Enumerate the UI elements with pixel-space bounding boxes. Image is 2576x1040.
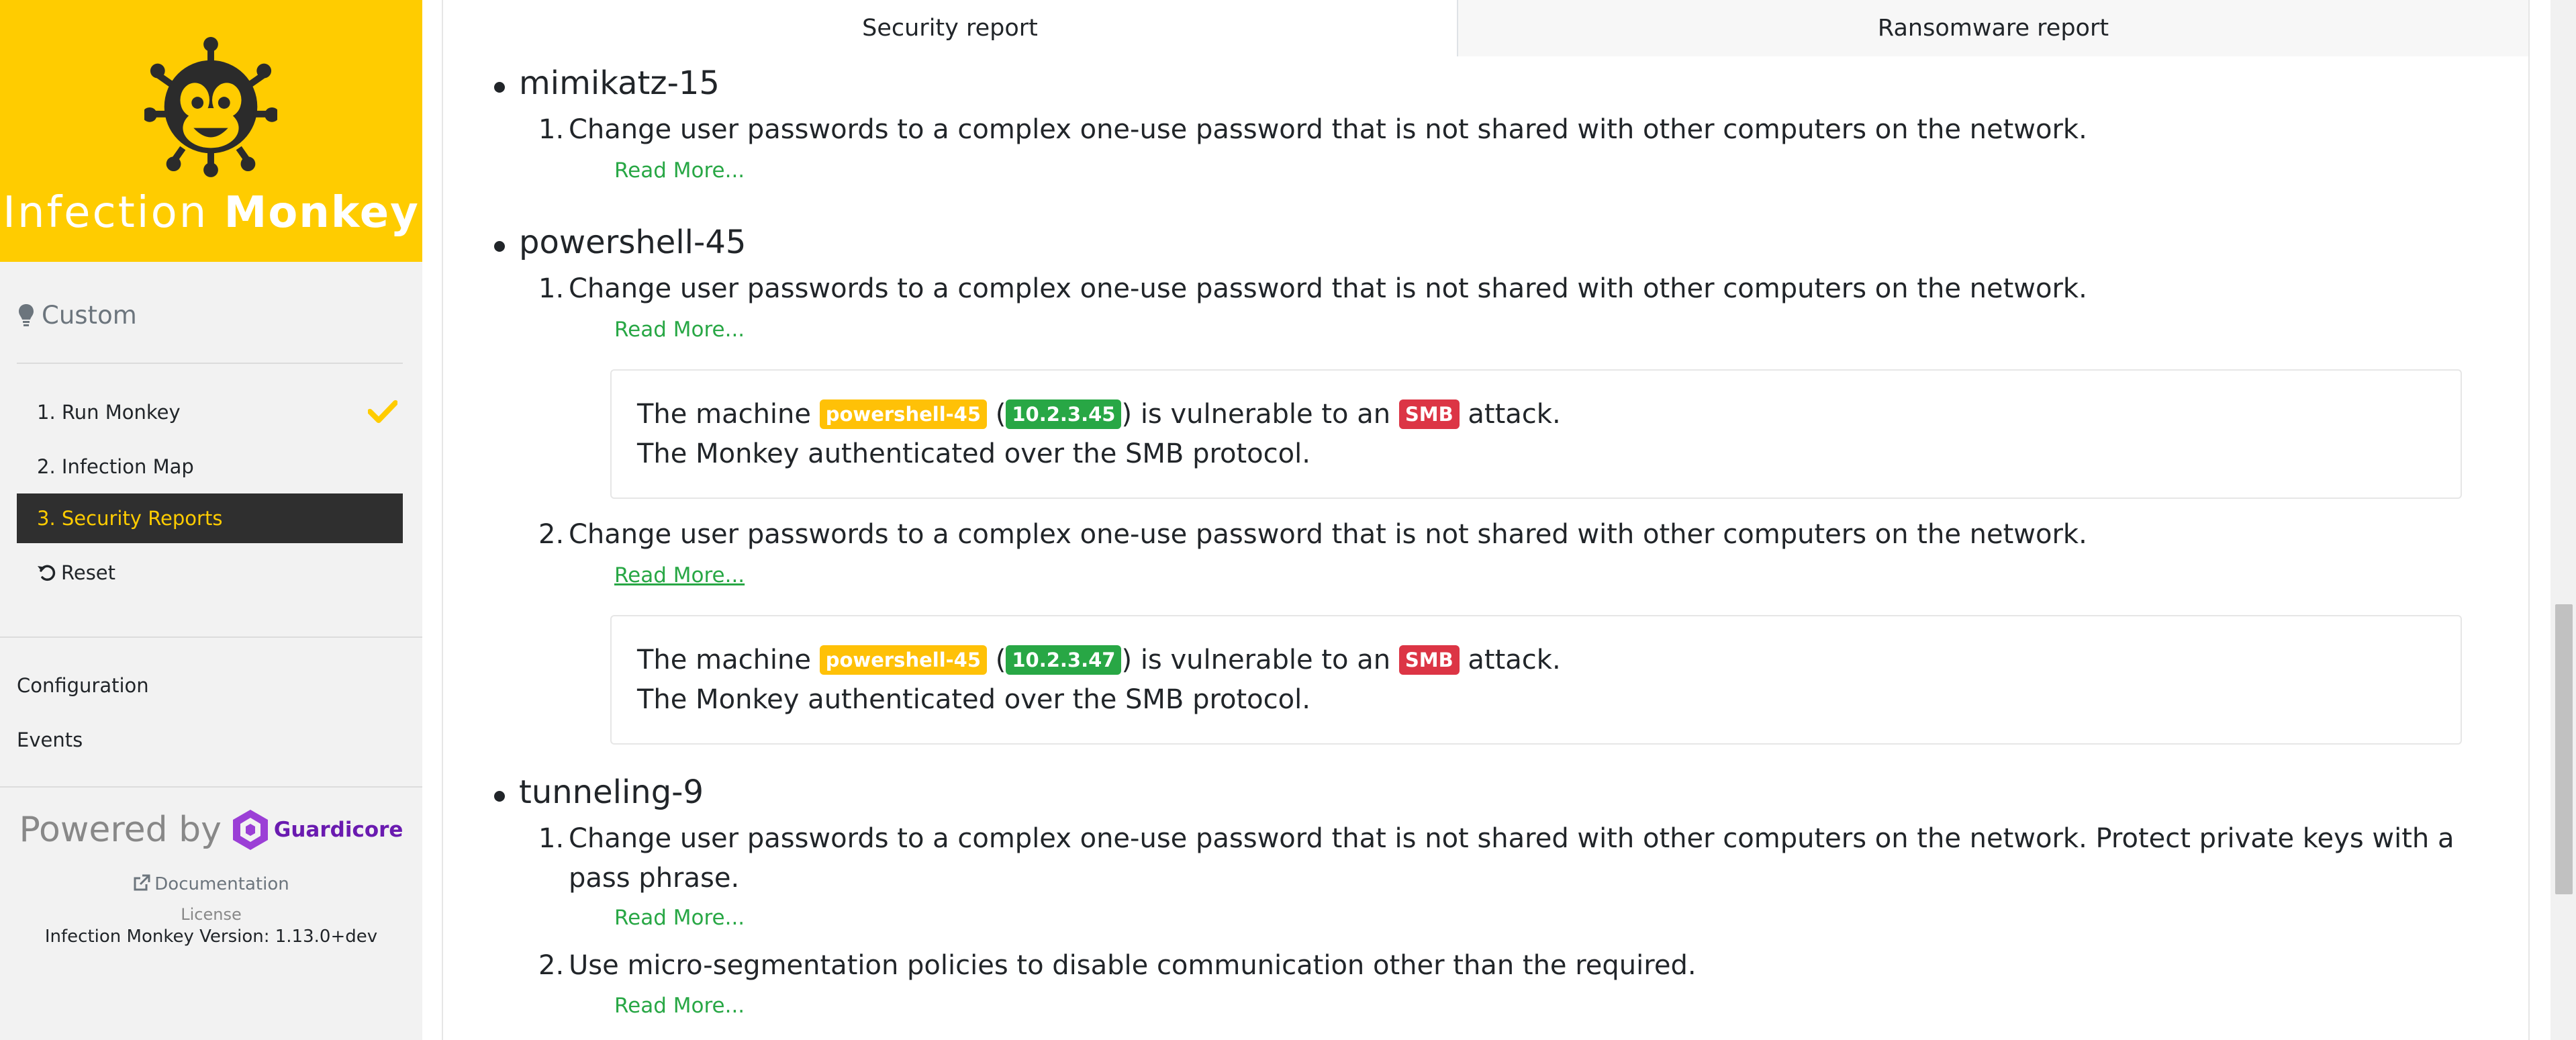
monkey-logo — [144, 37, 277, 177]
recommendation-text: Change user passwords to a complex one-u… — [569, 519, 2087, 550]
recommendation-number: 1. — [538, 823, 565, 854]
external-link-icon — [134, 874, 150, 891]
issue-card: The machine powershell-45 (10.2.3.47) is… — [610, 615, 2462, 745]
report-tabs: Security report Ransomware report — [443, 0, 2528, 56]
machine-name: tunneling-9 — [493, 773, 704, 811]
recommendation: 1. Change user passwords to a complex on… — [538, 819, 2482, 898]
sidebar-divider — [17, 363, 403, 364]
license-link[interactable]: License — [0, 905, 422, 924]
mode-label: Custom — [19, 301, 137, 330]
ip-badge: 10.2.3.45 — [1006, 399, 1122, 429]
sidebar: Infection Monkey Custom 1. Run Monkey 2.… — [0, 0, 422, 1040]
nav-events[interactable]: Events — [17, 728, 83, 751]
recommendation: 2. Use micro-segmentation policies to di… — [538, 946, 2482, 986]
issue-detail: The Monkey authenticated over the SMB pr… — [637, 684, 1310, 715]
version-text: Infection Monkey Version: 1.13.0+dev — [44, 927, 378, 947]
nav-run-monkey-label: 1. Run Monkey — [37, 401, 181, 424]
recommendation-number: 2. — [538, 950, 565, 981]
read-more-link[interactable]: Read More... — [614, 158, 745, 183]
undo-icon — [38, 565, 56, 581]
issue-prefix: The machine — [637, 399, 812, 430]
machine-badge: powershell-45 — [819, 399, 988, 429]
lightbulb-icon — [19, 303, 34, 326]
issue-detail: The Monkey authenticated over the SMB pr… — [637, 438, 1310, 469]
issue-suffix: attack. — [1468, 399, 1561, 430]
issue-middle: is vulnerable to an — [1140, 399, 1391, 430]
sidebar-divider — [0, 786, 422, 788]
machine-name: powershell-45 — [493, 224, 747, 261]
recommendation-text: Change user passwords to a complex one-u… — [569, 273, 2087, 304]
tab-security-report[interactable]: Security report — [443, 0, 1458, 56]
issue-card: The machine powershell-45 (10.2.3.45) is… — [610, 369, 2462, 499]
issue-line: The machine powershell-45 (10.2.3.47) is… — [637, 645, 1561, 675]
nav-configuration[interactable]: Configuration — [17, 674, 149, 697]
powered-by-text: Powered by — [19, 810, 222, 850]
documentation-label: Documentation — [154, 874, 289, 894]
guardicore-name: Guardicore — [273, 818, 403, 842]
read-more-link[interactable]: Read More... — [614, 318, 745, 342]
nav-security-reports-label: 3. Security Reports — [37, 507, 223, 530]
scrollbar-thumb[interactable] — [2555, 604, 2573, 894]
machine-name: mimikatz-15 — [494, 64, 720, 102]
nav-run-monkey[interactable]: 1. Run Monkey — [17, 387, 403, 437]
nav-infection-map[interactable]: 2. Infection Map — [17, 442, 403, 491]
ip-badge: 10.2.3.47 — [1006, 645, 1122, 675]
read-more-link[interactable]: Read More... — [614, 563, 745, 587]
powered-by[interactable]: Powered by Guardicore — [0, 809, 422, 851]
brand-title: Infection Monkey — [3, 188, 420, 238]
issue-suffix: attack. — [1468, 645, 1561, 675]
nav-security-reports[interactable]: 3. Security Reports — [17, 493, 403, 543]
guardicore-logo — [232, 810, 268, 850]
nav-infection-map-label: 2. Infection Map — [37, 455, 194, 478]
mode-text: Custom — [42, 301, 137, 330]
recommendation-number: 2. — [538, 519, 565, 550]
recommendation: 2. Change user passwords to a complex on… — [538, 515, 2482, 555]
sidebar-divider — [0, 636, 422, 638]
recommendation-text: Change user passwords to a complex one-u… — [569, 114, 2087, 145]
recommendation: 1. Change user passwords to a complex on… — [538, 110, 2482, 150]
tab-ransomware-report[interactable]: Ransomware report — [1458, 0, 2528, 56]
nav-reset[interactable]: Reset — [17, 548, 403, 598]
issue-line: The machine powershell-45 (10.2.3.45) is… — [637, 399, 1561, 430]
recommendation-number: 1. — [538, 114, 565, 145]
machine-badge: powershell-45 — [819, 645, 988, 675]
recommendation-text: Use micro-segmentation policies to disab… — [569, 950, 1697, 981]
nav-reset-label: Reset — [61, 561, 116, 584]
read-more-link[interactable]: Read More... — [614, 994, 745, 1018]
recommendation: 1. Change user passwords to a complex on… — [538, 269, 2482, 309]
attack-badge: SMB — [1398, 645, 1460, 675]
brand-header[interactable]: Infection Monkey — [0, 0, 422, 262]
check-icon — [368, 400, 397, 423]
recommendation-text: Change user passwords to a complex one-u… — [569, 823, 2454, 894]
read-more-link[interactable]: Read More... — [614, 906, 745, 930]
recommendation-number: 1. — [538, 273, 565, 304]
issue-prefix: The machine — [637, 645, 812, 675]
attack-badge: SMB — [1398, 399, 1460, 429]
report-panel: Security report Ransomware report mimika… — [442, 0, 2530, 1040]
documentation-link[interactable]: Documentation — [0, 874, 422, 894]
issue-middle: is vulnerable to an — [1140, 645, 1391, 675]
